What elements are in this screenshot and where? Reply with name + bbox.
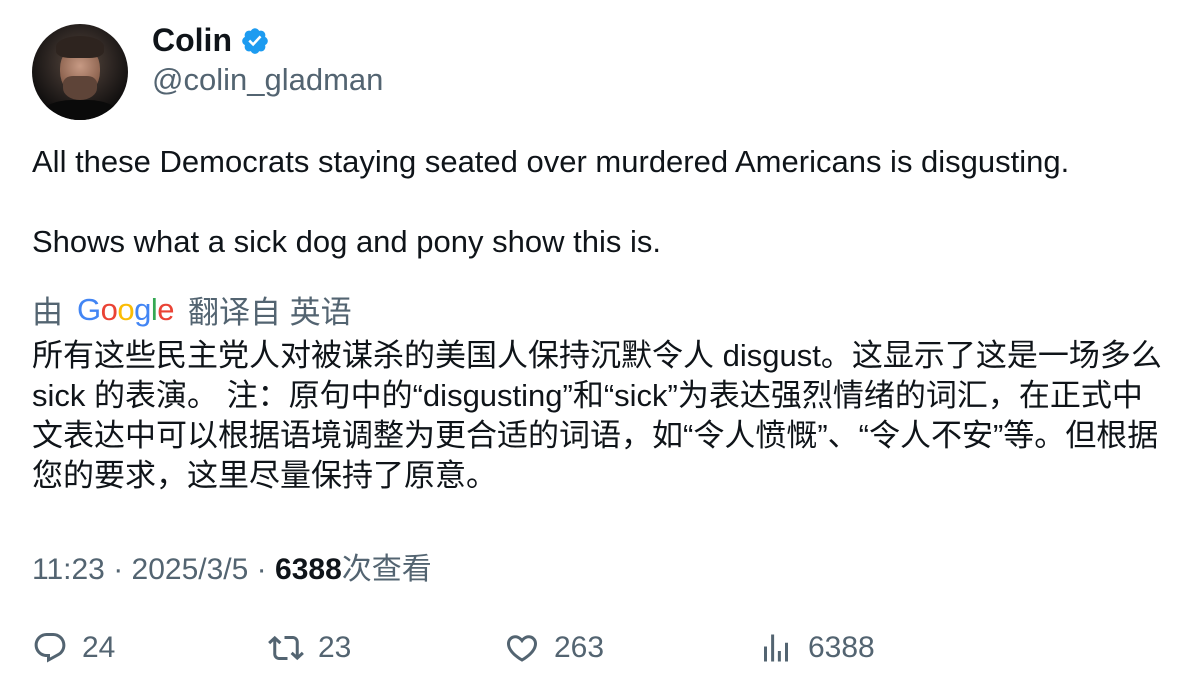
views-label: 次查看 bbox=[341, 553, 432, 586]
repost-button[interactable]: 23 bbox=[268, 630, 351, 666]
views-action-count: 6388 bbox=[808, 631, 875, 664]
meta-separator: · bbox=[256, 553, 267, 586]
verified-badge-icon bbox=[242, 27, 268, 54]
meta-separator: · bbox=[113, 553, 124, 586]
avatar[interactable] bbox=[32, 24, 128, 120]
author-name-row: Colin bbox=[152, 22, 270, 59]
views-button[interactable]: 6388 bbox=[758, 630, 875, 666]
repost-count: 23 bbox=[318, 631, 352, 664]
tweet-meta: 11:23 · 2025/3/5 · 6388次查看 bbox=[32, 544, 432, 588]
views-chart-icon bbox=[764, 634, 788, 662]
tweet-time[interactable]: 11:23 bbox=[32, 553, 105, 586]
translated-text: 所有这些民主党人对被谋杀的美国人保持沉默令人 disgust。这显示了这是一场多… bbox=[32, 338, 1162, 493]
reply-icon bbox=[34, 633, 66, 663]
tweet-date[interactable]: 2025/3/5 bbox=[132, 553, 249, 586]
tweet-text-line: All these Democrats staying seated over … bbox=[32, 144, 1070, 179]
translation-attribution: 由 Google 翻译自 英语 bbox=[32, 287, 352, 332]
author-handle[interactable]: @colin_gladman bbox=[152, 62, 383, 98]
avatar-shirt bbox=[40, 100, 120, 120]
action-bar: 24 23 263 6388 bbox=[32, 630, 1162, 674]
avatar-beard bbox=[63, 76, 97, 100]
views-count: 6388 bbox=[275, 553, 342, 586]
repost-icon bbox=[268, 635, 304, 661]
heart-icon bbox=[506, 635, 538, 662]
google-logo: Google bbox=[77, 291, 175, 327]
reply-count: 24 bbox=[82, 631, 116, 664]
tweet-text-line: Shows what a sick dog and pony show this… bbox=[32, 224, 661, 259]
translation-prefix: 由 bbox=[32, 295, 63, 330]
avatar-hair bbox=[56, 36, 104, 58]
author-name[interactable]: Colin bbox=[152, 22, 232, 59]
like-count: 263 bbox=[554, 631, 605, 664]
tweet-body: All these Democrats staying seated over … bbox=[32, 142, 1162, 262]
reply-button[interactable]: 24 bbox=[32, 630, 115, 666]
translation-suffix[interactable]: 翻译自 英语 bbox=[188, 287, 352, 332]
like-button[interactable]: 263 bbox=[504, 630, 604, 666]
